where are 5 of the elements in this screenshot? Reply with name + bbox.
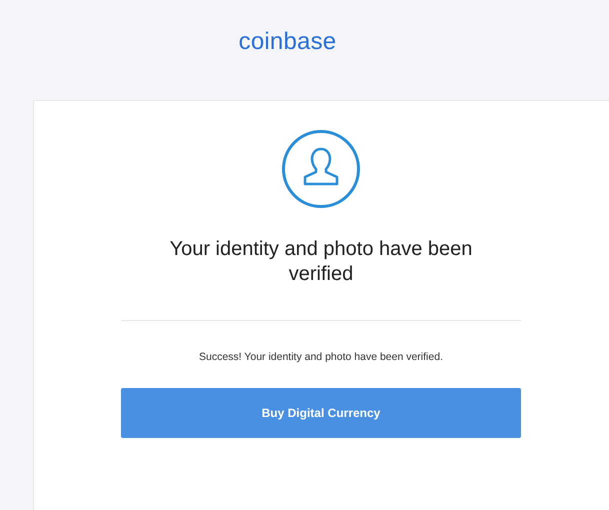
title: Your identity and photo have been verified — [168, 237, 474, 287]
success-message: Success! Your identity and photo have been verified. — [198, 351, 443, 363]
logo: coinbase — [238, 28, 336, 56]
user-icon — [281, 129, 361, 209]
buy-button[interactable]: Buy Digital Currency — [121, 388, 521, 438]
